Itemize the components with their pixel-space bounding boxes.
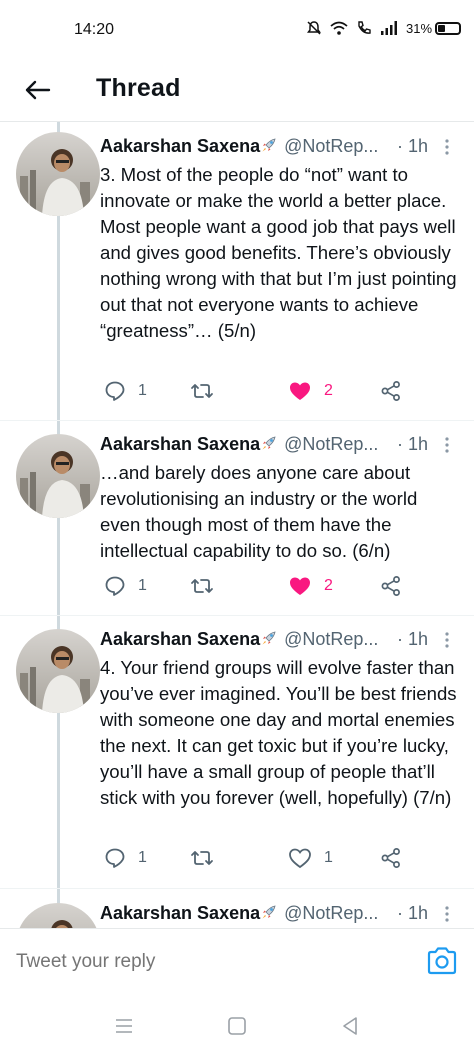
reply-icon	[105, 848, 125, 868]
author-handle[interactable]: @NotRep...	[284, 434, 378, 454]
battery-percent: 31%	[406, 20, 433, 36]
reply-button[interactable]: 1	[104, 376, 147, 406]
reply-button[interactable]: 1	[104, 843, 147, 873]
camera-icon	[427, 947, 457, 975]
header-divider	[0, 121, 474, 122]
reply-icon	[105, 576, 125, 596]
like-button[interactable]: 1	[288, 843, 333, 873]
tweet-time[interactable]: · 1h	[397, 434, 428, 455]
page-title: Thread	[96, 74, 181, 102]
rocket-emoji-icon	[260, 903, 280, 926]
more-options-icon[interactable]	[440, 631, 454, 651]
tweet-actions: 1 2	[100, 571, 420, 601]
retweet-button[interactable]	[190, 376, 214, 406]
home-button[interactable]	[225, 1014, 249, 1038]
author-handle[interactable]: @NotRep...	[284, 629, 378, 649]
tweet-divider	[0, 615, 474, 616]
tweet-divider	[0, 420, 474, 421]
retweet-icon	[191, 384, 213, 398]
more-options-icon[interactable]	[440, 436, 454, 456]
tweet-header: Aakarshan Saxena @NotRep... · 1h	[100, 903, 460, 929]
thread-connector-line	[57, 122, 60, 932]
status-time: 14:20	[74, 21, 115, 38]
share-icon	[381, 576, 400, 596]
like-count: 1	[324, 849, 333, 866]
share-button[interactable]	[380, 571, 402, 601]
tweet-header: Aakarshan Saxena @NotRep... · 1h	[100, 136, 460, 162]
share-icon	[381, 381, 400, 401]
back-button[interactable]	[22, 74, 54, 106]
author-name[interactable]: Aakarshan Saxena	[100, 434, 260, 454]
rocket-emoji-icon	[260, 136, 280, 159]
avatar[interactable]	[16, 434, 100, 518]
avatar[interactable]	[16, 629, 100, 713]
signal-icon	[381, 21, 397, 35]
tweet-time[interactable]: · 1h	[397, 903, 428, 924]
tweet-header: Aakarshan Saxena @NotRep... · 1h	[100, 434, 460, 460]
heart-filled-icon	[290, 382, 310, 400]
retweet-button[interactable]	[190, 843, 214, 873]
like-count: 2	[324, 382, 333, 399]
recent-apps-button[interactable]	[112, 1014, 136, 1038]
author-handle[interactable]: @NotRep...	[284, 903, 378, 923]
top-app-bar: Thread	[0, 62, 474, 122]
arrow-left-icon	[25, 80, 51, 100]
system-back-button[interactable]	[338, 1014, 362, 1038]
like-count: 2	[324, 577, 333, 594]
share-icon	[381, 848, 400, 868]
tweet-text: …and barely does anyone care about revol…	[100, 462, 418, 561]
home-square-icon	[228, 1017, 246, 1035]
more-options-icon[interactable]	[440, 905, 454, 925]
reply-button[interactable]: 1	[104, 571, 147, 601]
reply-composer-bar	[0, 928, 474, 1000]
rocket-emoji-icon	[260, 629, 280, 652]
mute-icon	[307, 21, 321, 35]
status-icons: 31%	[306, 20, 462, 36]
like-button[interactable]: 2	[288, 571, 333, 601]
tweet-actions: 1 1	[100, 843, 420, 873]
tweet-time[interactable]: · 1h	[397, 136, 428, 157]
like-button[interactable]: 2	[288, 376, 333, 406]
battery-indicator: 31%	[406, 20, 462, 36]
avatar[interactable]	[16, 132, 100, 216]
author-name[interactable]: Aakarshan Saxena	[100, 136, 260, 156]
system-navigation-bar	[0, 1000, 474, 1053]
author-handle[interactable]: @NotRep...	[284, 136, 378, 156]
rocket-emoji-icon	[260, 434, 280, 457]
battery-icon	[435, 21, 462, 35]
share-button[interactable]	[380, 376, 402, 406]
triangle-back-icon	[343, 1017, 357, 1035]
tweet-time[interactable]: · 1h	[397, 629, 428, 650]
tweet-header: Aakarshan Saxena @NotRep... · 1h	[100, 629, 460, 655]
tweet-divider	[0, 888, 474, 889]
wifi-icon	[330, 21, 348, 35]
heart-outline-icon	[289, 848, 311, 869]
tweet-text: 3. Most of the people do “not” want to i…	[100, 164, 457, 341]
tweet-text: 4. Your friend groups will evolve faster…	[100, 657, 457, 808]
reply-icon	[105, 381, 125, 401]
status-bar: 14:20 31%	[0, 0, 474, 62]
reply-count: 1	[138, 382, 147, 399]
reply-count: 1	[138, 577, 147, 594]
camera-button[interactable]	[424, 943, 460, 979]
more-options-icon[interactable]	[440, 138, 454, 158]
call-icon	[358, 21, 371, 34]
menu-lines-icon	[116, 1019, 132, 1033]
reply-count: 1	[138, 849, 147, 866]
retweet-button[interactable]	[190, 571, 214, 601]
tweet-actions: 1 2	[100, 376, 420, 406]
author-name[interactable]: Aakarshan Saxena	[100, 903, 260, 923]
author-name[interactable]: Aakarshan Saxena	[100, 629, 260, 649]
heart-filled-icon	[290, 577, 310, 595]
retweet-icon	[191, 579, 213, 593]
retweet-icon	[191, 851, 213, 865]
share-button[interactable]	[380, 843, 402, 873]
reply-input[interactable]	[16, 951, 396, 973]
